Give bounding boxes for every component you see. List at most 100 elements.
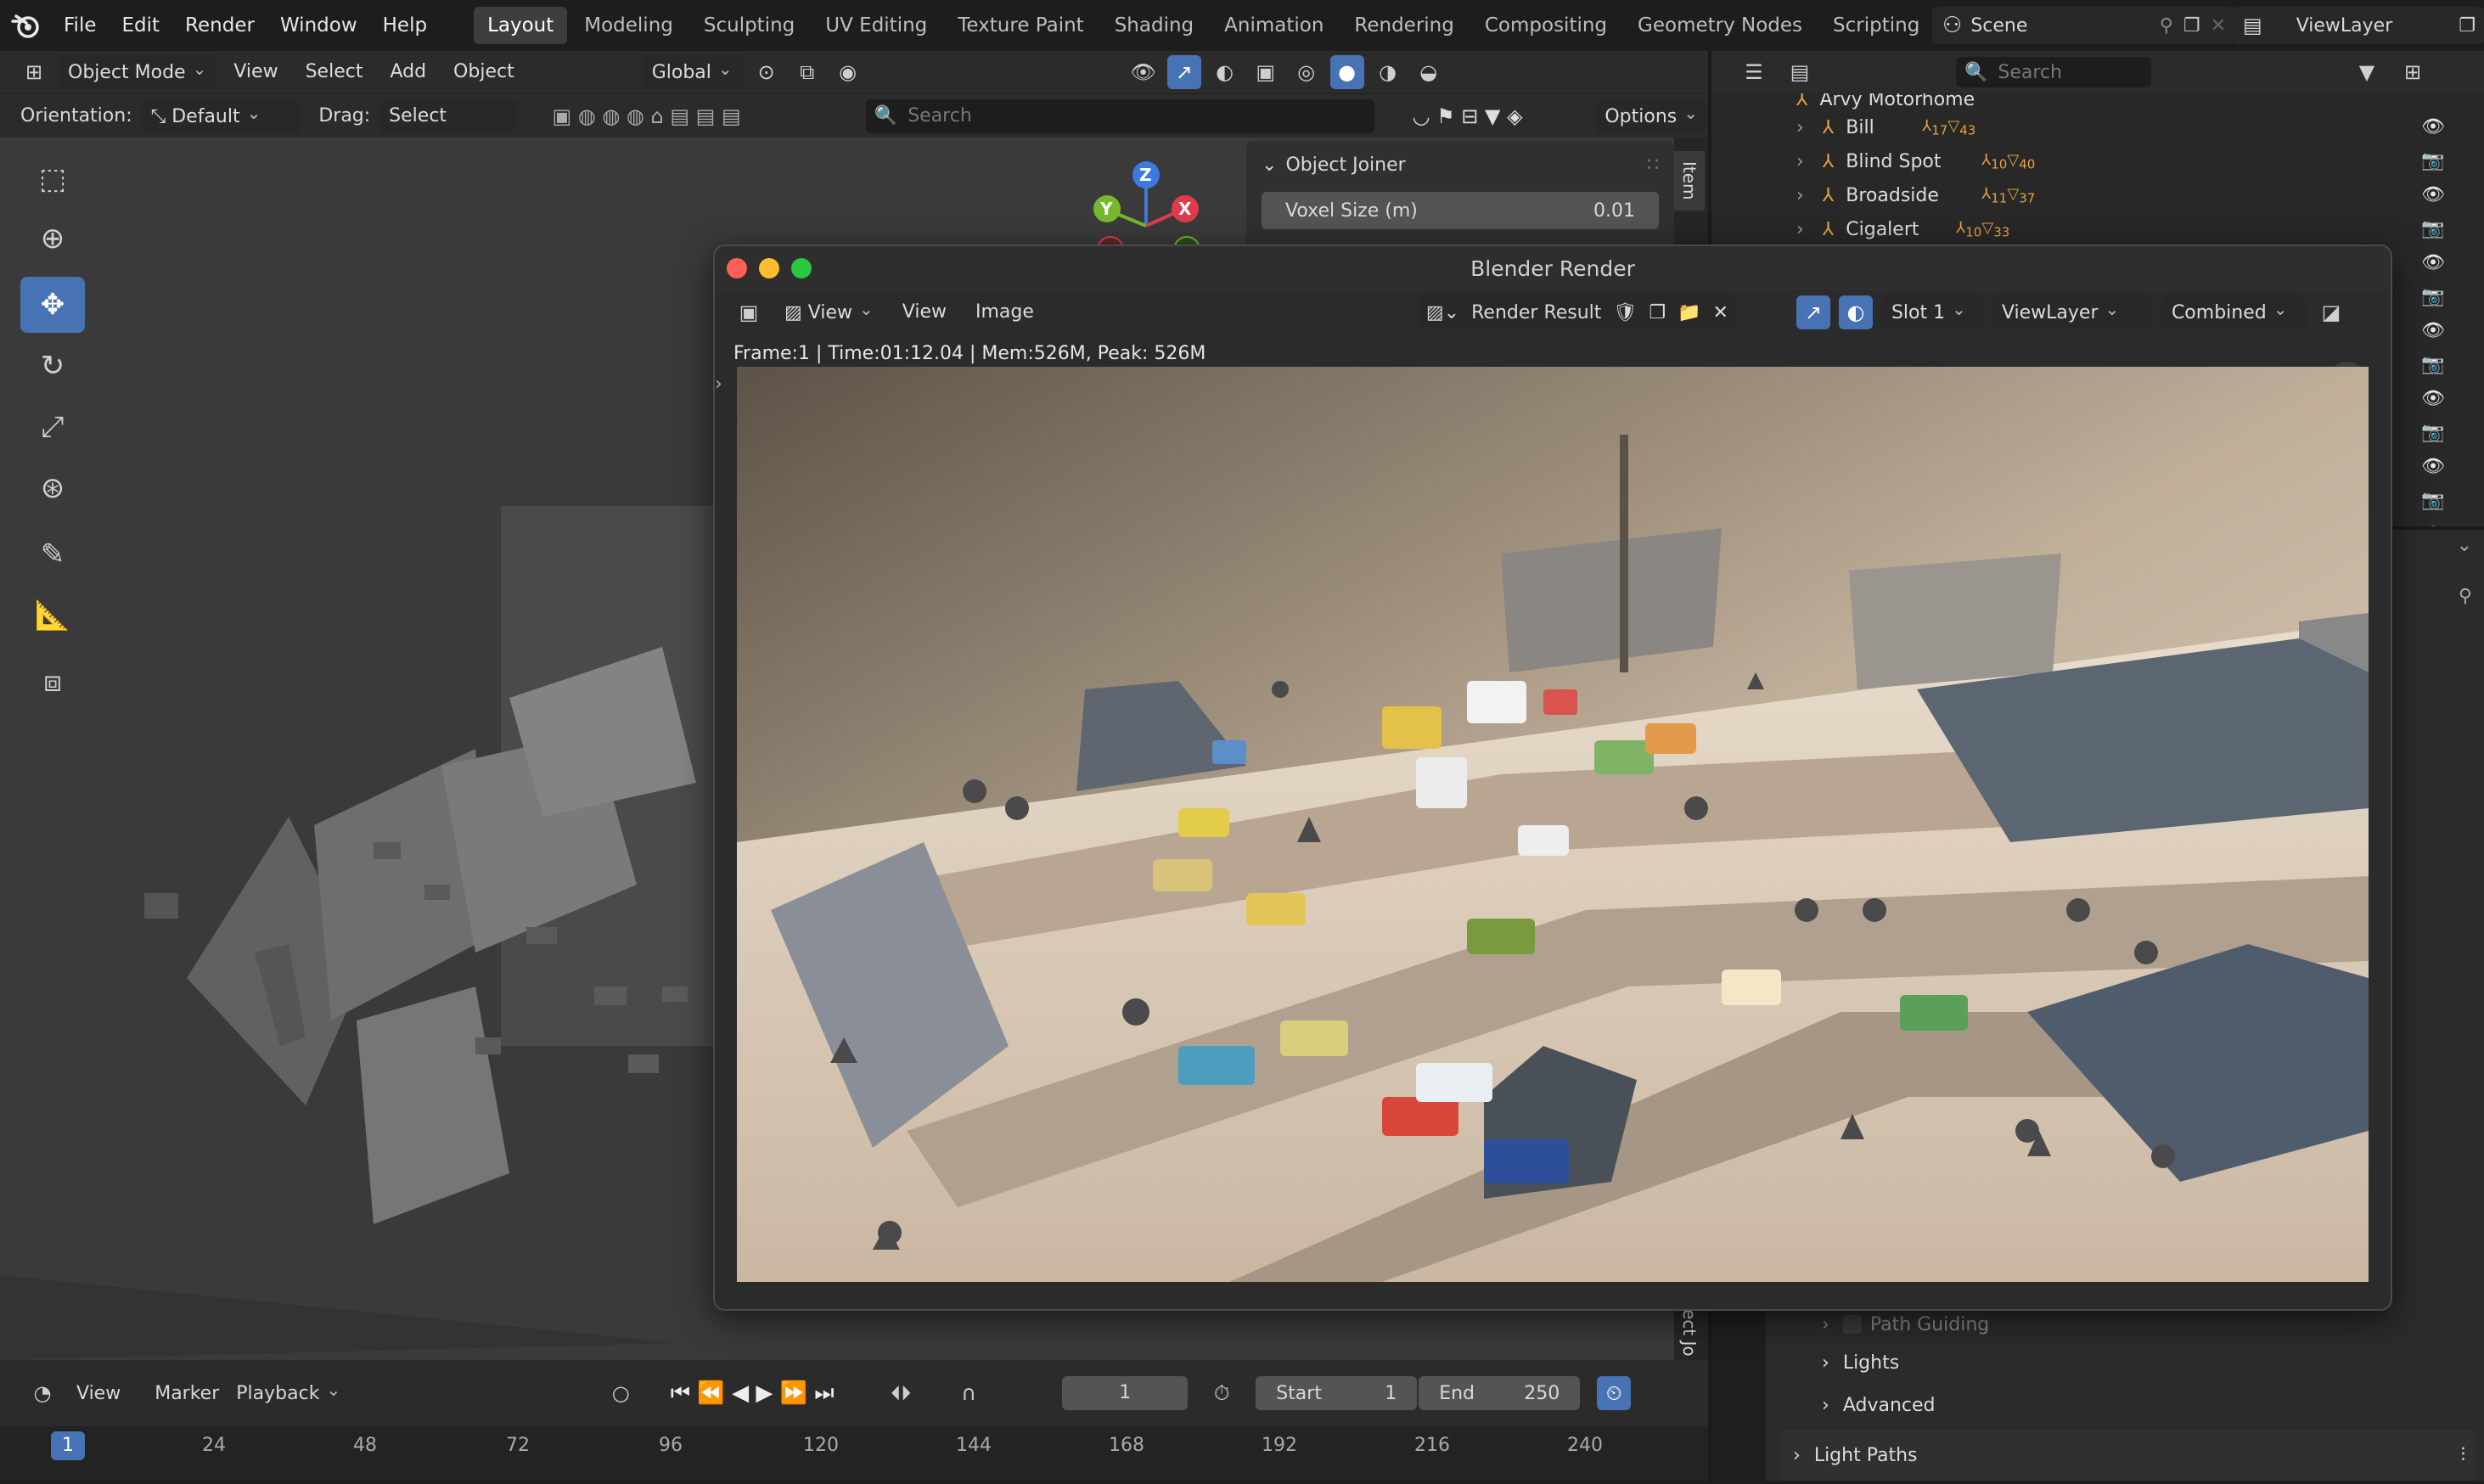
eye-icon[interactable]: 👁 📷 [2421,450,2472,518]
move-tool-icon[interactable]: ✥ [20,277,85,333]
timeline-menu-playback[interactable]: Playback [236,1383,340,1404]
panel-title[interactable]: Object Joiner [1285,155,1647,176]
image-datablock[interactable]: ▨⌄ Render Result 🛡 ❐ 📁 ✕ [1417,295,1737,329]
menu-edit[interactable]: Edit [122,14,160,37]
presets-icon[interactable]: ⫶ [2460,1445,2465,1466]
fake-user-icon[interactable]: 🛡 [1613,302,1637,323]
playhead[interactable]: 1 [51,1431,85,1460]
transform-orientation-dropdown[interactable]: Global [641,55,743,89]
eye-icon[interactable]: 👁 📷 [2421,246,2472,314]
checkbox[interactable] [1842,1315,1862,1334]
slot-dropdown[interactable]: Slot 1 [1880,295,1983,329]
unlink-icon[interactable]: ✕ [1713,302,1728,323]
auto-keying-icon[interactable]: ○ [604,1376,638,1410]
tab-rendering[interactable]: Rendering [1340,7,1467,44]
viewport-menu-select[interactable]: Select [295,55,374,89]
tab-uv-editing[interactable]: UV Editing [812,7,941,44]
render-result-image[interactable] [737,367,2369,1282]
shading-wireframe-icon[interactable]: ◎ [1290,55,1323,89]
tab-shading[interactable]: Shading [1101,7,1207,44]
timeline-ruler[interactable]: 1 24 48 72 96 120 144 168 192 216 240 [0,1426,1708,1481]
pin-icon[interactable]: ⚲ [2459,586,2472,607]
eye-icon[interactable]: 👁 📷 [2421,314,2472,382]
display-mode-icon[interactable]: ▤ [1783,55,1817,89]
gizmo-icon[interactable]: ↗ [1796,295,1830,329]
shading-material-icon[interactable]: ◑ [1371,55,1405,89]
tab-scripting[interactable]: Scripting [1819,7,1933,44]
new-scene-icon[interactable]: ❐ [2183,15,2200,37]
viewport-menu-object[interactable]: Object [443,55,525,89]
tab-layout[interactable]: Layout [474,7,568,44]
gizmo-toggle-icon[interactable]: ↗ [1166,55,1201,89]
tab-texture-paint[interactable]: Texture Paint [944,7,1097,44]
options-dropdown[interactable]: Options [1594,98,1709,133]
proportional-edit-icon[interactable]: ◉ [831,55,865,89]
tab-modeling[interactable]: Modeling [570,7,687,44]
outliner-item[interactable]: › ⅄ Cigalert ⅄10▽33 [1796,212,2484,246]
tab-compositing[interactable]: Compositing [1471,7,1621,44]
outliner-item[interactable]: › ⅄ Broadside ⅄11▽37 [1796,178,2484,212]
tab-object-joiner[interactable]: ect Jo [1674,1309,1705,1357]
visibility-icon[interactable]: 👁 [1127,55,1161,89]
image-editor-type-icon[interactable]: ▣ [732,295,766,329]
timeline-editor-icon[interactable]: ◔ [25,1376,59,1410]
timeline-menu-view[interactable]: View [76,1383,121,1404]
expand-icon[interactable]: › [1796,185,1804,206]
duplicate-icon[interactable]: ❐ [1649,302,1666,323]
blender-logo-icon[interactable] [0,0,51,51]
image-menu-image[interactable]: Image [965,295,1044,329]
editor-type-icon[interactable]: ⊞ [17,55,51,89]
zoom-window-button[interactable] [791,258,812,278]
annotate-tool-icon[interactable]: ✎ [20,526,85,582]
menu-file[interactable]: File [64,14,97,37]
end-frame-field[interactable]: End 250 [1419,1376,1581,1410]
overlay-icon[interactable]: ◐ [1208,55,1242,89]
voxel-size-field[interactable]: Voxel Size (m) 0.01 [1262,192,1659,229]
menu-render[interactable]: Render [185,14,255,37]
panel-lights[interactable]: › Lights [1779,1341,2476,1384]
snap-playhead-icon[interactable]: ∩ [952,1376,986,1410]
filter-icon[interactable]: ◡ ⚑ ⊟ ▼ ◈ [1383,99,1553,133]
view-mode-dropdown[interactable]: ▨ View [774,295,884,329]
playback-controls-icon[interactable]: ⏮ ⏪ ◀ ▶ ⏩ ⏭ [655,1376,850,1410]
stopwatch-icon[interactable]: ⏱ [1205,1376,1239,1410]
eye-icon[interactable]: 👁 📷 [2421,110,2472,178]
outliner-item[interactable]: › ⅄ Bill ⅄17▽43 [1796,110,2484,144]
playback-options-icon[interactable]: ⏲ [1597,1376,1632,1410]
viewport-menu-add[interactable]: Add [379,55,436,89]
outliner-filter-icon[interactable]: ▼ [2350,55,2384,89]
tab-sculpting[interactable]: Sculpting [690,7,808,44]
expand-icon[interactable]: › [1796,219,1804,240]
overlay-toggle-icon[interactable]: ◐ [1838,295,1873,329]
rotate-tool-icon[interactable]: ↻ [20,338,85,394]
viewlayer-selector[interactable]: ▤ ViewLayer ❐ [2233,7,2484,44]
measure-tool-icon[interactable]: 📐 [20,587,85,644]
xray-icon[interactable]: ▣ [1249,55,1283,89]
expand-icon[interactable]: › [1796,151,1804,172]
panel-light-paths[interactable]: › Light Paths ⫶ [1779,1430,2476,1481]
panel-advanced[interactable]: › Advanced [1779,1384,2476,1426]
sidebar-toggle-icon[interactable]: › [715,374,722,395]
shading-solid-icon[interactable]: ● [1329,55,1364,89]
drag-dropdown[interactable]: Select Box [379,98,519,161]
tab-item[interactable]: Item [1674,151,1705,211]
pivot-icon[interactable]: ⊙ [750,55,784,89]
display-channels-icon[interactable]: ◪ [2314,295,2348,329]
menu-window[interactable]: Window [280,14,357,37]
select-box-tool-icon[interactable]: ⬚ [20,151,85,207]
open-icon[interactable]: 📁 [1678,302,1700,323]
timeline-menu-marker[interactable]: Marker [155,1383,219,1404]
scale-tool-icon[interactable]: ⤢ [20,399,85,455]
layer-dropdown[interactable]: ViewLayer [1991,295,2153,329]
image-menu-view[interactable]: View [892,295,957,329]
panel-path-guiding[interactable]: › Path Guiding [1779,1307,2476,1341]
cursor-tool-icon[interactable]: ⊕ [20,211,85,267]
pass-dropdown[interactable]: Combined [2161,295,2306,329]
outliner-search-input[interactable]: 🔍 Search [1956,57,2151,87]
eye-icon[interactable]: 👁 📷 [2421,382,2472,450]
tab-geometry-nodes[interactable]: Geometry Nodes [1624,7,1816,44]
window-titlebar[interactable]: Blender Render [715,246,2391,290]
collapse-icon[interactable]: ⌄ [1262,155,1277,176]
object-mode-dropdown[interactable]: Object Mode [58,55,217,89]
tool-search-input[interactable]: 🔍 Search [865,98,1374,133]
